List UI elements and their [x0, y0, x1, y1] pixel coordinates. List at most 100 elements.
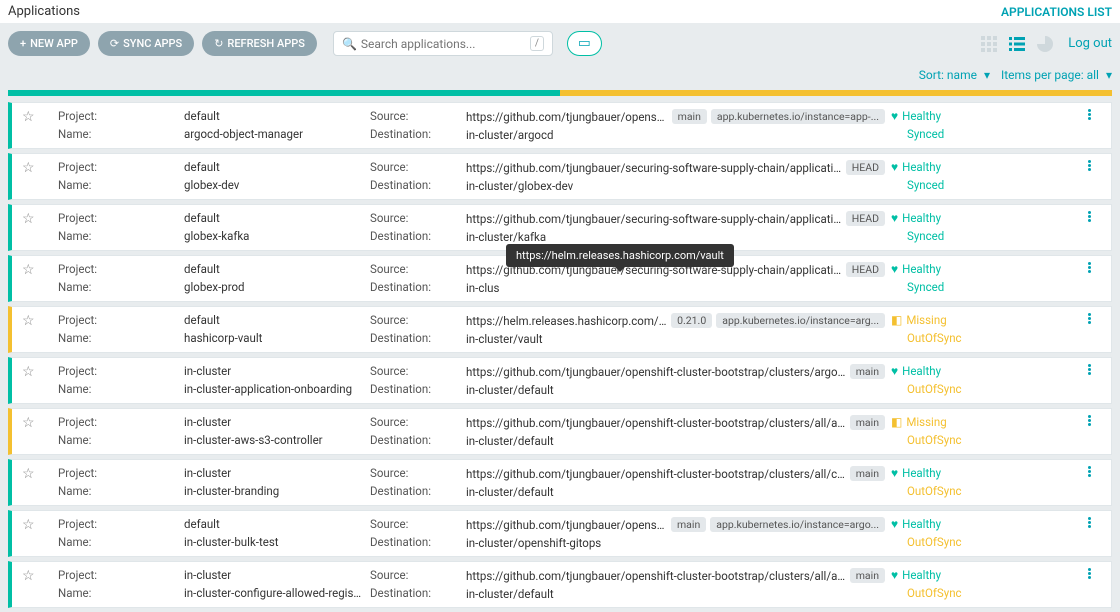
app-card[interactable]: ☆ Project: Name: default argocd-object-m… [8, 102, 1112, 149]
actions-menu-icon[interactable] [1088, 415, 1091, 426]
search-container[interactable]: 🔍 / [333, 31, 553, 56]
health-icon: ♥ [891, 160, 898, 174]
revision-badge: main [672, 109, 707, 124]
plus-icon: + [20, 37, 26, 50]
name-label: Name: [58, 484, 178, 498]
sync-status: ↑OutOfSync [891, 586, 1071, 600]
chevron-down-icon: ▾ [1106, 68, 1112, 82]
revision-badge: main [850, 568, 885, 583]
actions-menu-icon[interactable] [1088, 262, 1091, 273]
health-icon: ♥ [891, 109, 898, 123]
sync-text: OutOfSync [907, 331, 962, 345]
destination-label: Destination: [370, 127, 460, 141]
sync-status: ↑OutOfSync [891, 331, 1071, 345]
sync-icon: ✔ [891, 230, 903, 242]
revision-badge: 0.21.0 [671, 313, 712, 328]
refresh-icon: ↻ [214, 37, 223, 50]
destination-value: in-cluster/default [466, 587, 885, 601]
pie-view-icon[interactable] [1034, 33, 1056, 55]
sync-text: OutOfSync [907, 433, 962, 447]
name-value: argocd-object-manager [184, 127, 364, 141]
destination-value: in-cluster/default [466, 434, 885, 448]
destination-label: Destination: [370, 331, 460, 345]
refresh-apps-button[interactable]: ↻REFRESH APPS [202, 31, 317, 56]
sort-dropdown[interactable]: Sort: name ▾ [915, 68, 990, 82]
sync-status: ✔ Synced [891, 229, 1071, 243]
favorite-star-icon[interactable]: ☆ [22, 415, 52, 431]
favorite-star-icon[interactable]: ☆ [22, 313, 52, 329]
sync-text: Synced [907, 229, 944, 243]
app-card[interactable]: ☆ Project: Name: in-cluster in-cluster-b… [8, 459, 1112, 506]
source-url: https://github.com/tjungbauer/openshift-… [466, 518, 667, 532]
sync-status: ✔ Synced [891, 280, 1071, 294]
project-label: Project: [58, 364, 178, 378]
source-label: Source: [370, 568, 460, 582]
app-card[interactable]: https://helm.releases.hashicorp.com/vaul… [8, 255, 1112, 302]
app-card[interactable]: ☆ Project: Name: in-cluster in-cluster-a… [8, 357, 1112, 404]
actions-menu-icon[interactable] [1088, 211, 1091, 222]
sync-icon: ↑ [891, 587, 903, 599]
actions-menu-icon[interactable] [1088, 364, 1091, 375]
actions-menu-icon[interactable] [1088, 160, 1091, 171]
health-status: ♥Healthy [891, 211, 1071, 225]
source-url: https://github.com/tjungbauer/openshift-… [466, 569, 846, 583]
health-status: ♥Healthy [891, 364, 1071, 378]
logout-link[interactable]: Log out [1068, 36, 1112, 51]
search-icon: 🔍 [342, 37, 357, 51]
health-status: ♥Healthy [891, 466, 1071, 480]
name-label: Name: [58, 382, 178, 396]
sync-text: Synced [907, 280, 944, 294]
favorite-star-icon[interactable]: ☆ [22, 364, 52, 380]
sync-icon: ↑ [891, 536, 903, 548]
source-label: Source: [370, 262, 460, 276]
new-app-label: NEW APP [30, 37, 78, 50]
search-shortcut: / [530, 36, 544, 51]
app-card[interactable]: ☆ Project: Name: default in-cluster-bulk… [8, 510, 1112, 557]
sync-icon: ⟳ [110, 37, 119, 50]
items-per-page-dropdown[interactable]: Items per page: all ▾ [997, 68, 1112, 82]
filter-toggle-button[interactable]: ▭ [567, 31, 602, 56]
revision-badge: main [850, 466, 885, 481]
destination-label: Destination: [370, 178, 460, 192]
revision-badge: main [850, 415, 885, 430]
list-view-icon[interactable] [1006, 33, 1028, 55]
actions-menu-icon[interactable] [1088, 109, 1091, 120]
sync-apps-button[interactable]: ⟳SYNC APPS [98, 31, 194, 56]
applications-list-link[interactable]: APPLICATIONS LIST [1001, 5, 1112, 19]
items-label: Items per page: all [1001, 68, 1099, 82]
health-text: Healthy [902, 466, 941, 480]
app-card[interactable]: ☆ Project: Name: default globex-dev Sour… [8, 153, 1112, 200]
actions-menu-icon[interactable] [1088, 313, 1091, 324]
filter-icon: ▭ [578, 36, 591, 51]
favorite-star-icon[interactable]: ☆ [22, 160, 52, 176]
search-input[interactable] [361, 37, 530, 51]
actions-menu-icon[interactable] [1088, 517, 1091, 528]
actions-menu-icon[interactable] [1088, 466, 1091, 477]
favorite-star-icon[interactable]: ☆ [22, 109, 52, 125]
project-value: in-cluster [184, 364, 364, 378]
progress-bar [8, 90, 1112, 96]
name-label: Name: [58, 178, 178, 192]
project-label: Project: [58, 160, 178, 174]
health-icon: ♥ [891, 517, 898, 531]
sync-icon: ↑ [891, 434, 903, 446]
source-url: https://github.com/tjungbauer/securing-s… [466, 212, 842, 226]
actions-menu-icon[interactable] [1088, 568, 1091, 579]
favorite-star-icon[interactable]: ☆ [22, 262, 52, 278]
name-value: hashicorp-vault [184, 331, 364, 345]
destination-value: in-cluster/vault [466, 332, 885, 346]
destination-label: Destination: [370, 535, 460, 549]
favorite-star-icon[interactable]: ☆ [22, 568, 52, 584]
grid-view-icon[interactable] [978, 33, 1000, 55]
app-card[interactable]: ☆ Project: Name: in-cluster in-cluster-c… [8, 561, 1112, 608]
favorite-star-icon[interactable]: ☆ [22, 517, 52, 533]
new-app-button[interactable]: + NEW APP [8, 31, 90, 56]
favorite-star-icon[interactable]: ☆ [22, 211, 52, 227]
app-card[interactable]: ☆ Project: Name: default hashicorp-vault… [8, 306, 1112, 353]
health-icon: ♥ [891, 364, 898, 378]
sync-status: ↑OutOfSync [891, 382, 1071, 396]
favorite-star-icon[interactable]: ☆ [22, 466, 52, 482]
sync-icon: ✔ [891, 281, 903, 293]
app-card[interactable]: ☆ Project: Name: in-cluster in-cluster-a… [8, 408, 1112, 455]
project-label: Project: [58, 211, 178, 225]
